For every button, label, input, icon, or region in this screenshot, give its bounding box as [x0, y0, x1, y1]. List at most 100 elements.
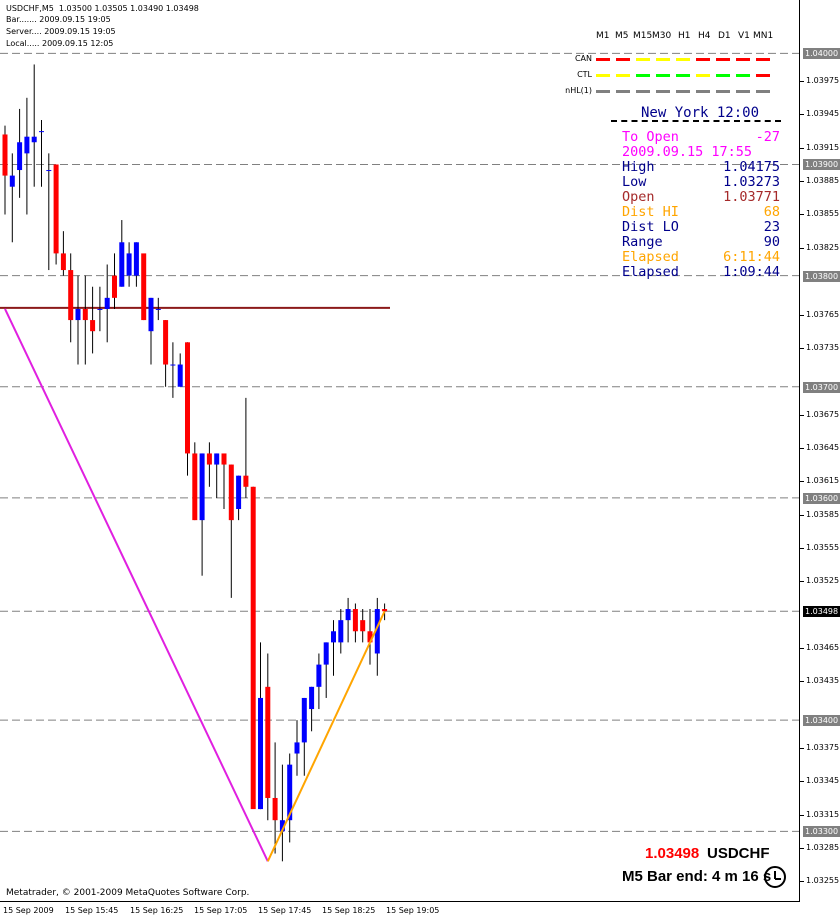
- clock-icon: [764, 866, 786, 888]
- price-tick: 1.03255: [806, 876, 840, 886]
- info-key: Elapsed: [622, 249, 679, 265]
- tick-mark: [800, 781, 804, 783]
- tick-mark: [800, 647, 804, 649]
- timeframe-h1: H1: [678, 31, 691, 41]
- tick-mark: [800, 447, 804, 449]
- indicator-dash: [676, 58, 690, 61]
- indicator-dash: [596, 90, 610, 93]
- server-time: Server.... 2009.09.15 19:05: [6, 27, 116, 36]
- time-tick: 15 Sep 18:25: [322, 906, 376, 915]
- info-key: Open: [622, 189, 655, 205]
- indicator-dash: [656, 58, 670, 61]
- price-level-label: 1.03300: [803, 826, 840, 838]
- tick-mark: [800, 347, 804, 349]
- price-tick: 1.03915: [806, 142, 840, 152]
- indicator-dash: [656, 74, 670, 77]
- indicator-label: CAN: [574, 54, 592, 63]
- info-value: 1.03273: [723, 174, 780, 190]
- price-tick: 1.03345: [806, 776, 840, 786]
- tick-mark: [800, 481, 804, 483]
- price-tick: 1.03375: [806, 742, 840, 752]
- timeframe-mn1: MN1: [753, 31, 774, 41]
- indicator-dash: [736, 90, 750, 93]
- current-price-marker: 1.03498: [803, 606, 840, 618]
- tick-mark: [800, 847, 804, 849]
- price-tick: 1.03675: [806, 409, 840, 419]
- price-tick: 1.03585: [806, 509, 840, 519]
- indicator-dash: [716, 74, 730, 77]
- price-level-label: 1.03400: [803, 715, 840, 727]
- indicator-dash: [736, 58, 750, 61]
- bar-time: Bar....... 2009.09.15 19:05: [6, 15, 111, 24]
- indicator-dash: [656, 90, 670, 93]
- tick-mark: [800, 147, 804, 149]
- indicator-dash: [616, 58, 630, 61]
- price-tick: 1.03315: [806, 809, 840, 819]
- timeframe-m30: M30: [652, 31, 672, 41]
- time-tick: 15 Sep 2009: [3, 906, 54, 915]
- price-level-label: 1.03800: [803, 270, 840, 282]
- indicator-dash: [696, 58, 710, 61]
- local-time: Local..... 2009.09.15 12:05: [6, 39, 114, 48]
- indicator-dash: [696, 74, 710, 77]
- indicator-dash: [676, 74, 690, 77]
- price-tick: 1.03465: [806, 642, 840, 652]
- info-key: Range: [622, 234, 663, 250]
- price-tick: 1.03855: [806, 209, 840, 219]
- indicator-dash: [636, 90, 650, 93]
- indicator-label: nHL(1): [565, 86, 592, 95]
- info-value: 68: [763, 204, 780, 220]
- current-price: 1.03498: [645, 845, 700, 862]
- info-key: Low: [622, 174, 647, 190]
- tick-mark: [800, 747, 804, 749]
- info-key: High: [622, 159, 655, 175]
- time-tick: 15 Sep 19:05: [386, 906, 440, 915]
- session-title: New York 12:00: [641, 105, 760, 121]
- time-tick: 15 Sep 17:45: [258, 906, 312, 915]
- tick-mark: [800, 314, 804, 316]
- tick-mark: [800, 181, 804, 183]
- indicator-dash: [616, 74, 630, 77]
- price-level-label: 1.03700: [803, 381, 840, 393]
- bar-end-timer: M5 Bar end: 4 m 16 s: [622, 868, 772, 885]
- info-value: 23: [763, 219, 780, 235]
- divider: [611, 120, 781, 122]
- price-tick: 1.03555: [806, 542, 840, 552]
- price-tick: 1.03525: [806, 576, 840, 586]
- price-tick: 1.03765: [806, 309, 840, 319]
- timeframe-m1: M1: [596, 31, 610, 41]
- time-tick: 15 Sep 17:05: [194, 906, 248, 915]
- indicator-dash: [596, 74, 610, 77]
- indicator-dash: [716, 90, 730, 93]
- indicator-label: CTL: [577, 70, 592, 79]
- symbol-label: USDCHF: [707, 845, 770, 862]
- timeframe-m5: M5: [615, 31, 629, 41]
- indicator-dash: [756, 58, 770, 61]
- tick-mark: [800, 81, 804, 83]
- indicator-dash: [756, 74, 770, 77]
- time-tick: 15 Sep 15:45: [65, 906, 119, 915]
- indicator-dash: [736, 74, 750, 77]
- price-tick: 1.03285: [806, 842, 840, 852]
- info-key: 2009.09.15 17:55: [622, 144, 753, 160]
- indicator-dash: [616, 90, 630, 93]
- tick-mark: [800, 581, 804, 583]
- tick-mark: [800, 414, 804, 416]
- indicator-dash: [696, 90, 710, 93]
- indicator-dash: [716, 58, 730, 61]
- price-tick: 1.03735: [806, 342, 840, 352]
- tick-mark: [800, 247, 804, 249]
- info-key: To Open: [622, 129, 679, 145]
- price-tick: 1.03825: [806, 242, 840, 252]
- indicator-dash: [676, 90, 690, 93]
- price-level-label: 1.03900: [803, 159, 840, 171]
- tick-mark: [800, 214, 804, 216]
- copyright: Metatrader, © 2001-2009 MetaQuotes Softw…: [6, 888, 250, 898]
- indicator-dash: [756, 90, 770, 93]
- info-value: 1.04175: [723, 159, 780, 175]
- tick-mark: [800, 881, 804, 883]
- price-tick: 1.03885: [806, 176, 840, 186]
- tick-mark: [800, 114, 804, 116]
- plot-frame: [0, 0, 800, 902]
- price-tick: 1.03975: [806, 76, 840, 86]
